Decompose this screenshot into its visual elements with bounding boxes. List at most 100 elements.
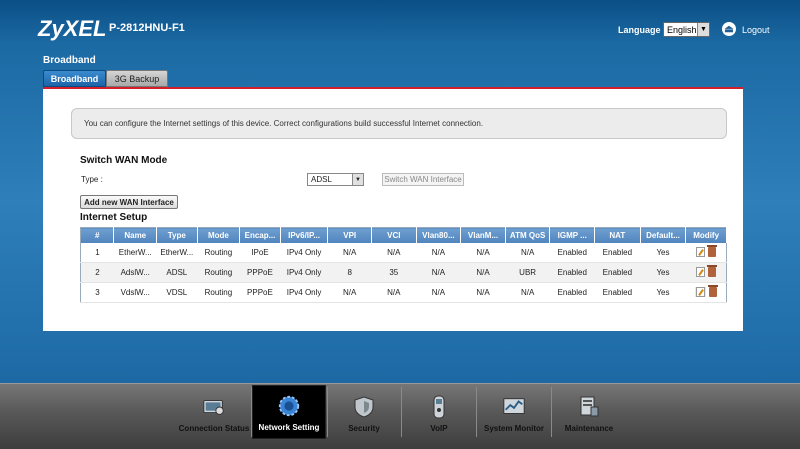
- table-cell: Enabled: [594, 242, 641, 263]
- table-cell: Routing: [197, 282, 240, 303]
- switch-wan-title: Switch WAN Mode: [80, 155, 168, 166]
- table-cell: Yes: [640, 242, 686, 263]
- table-cell: Enabled: [594, 282, 641, 303]
- column-header[interactable]: VlanM...: [460, 227, 506, 243]
- table-cell: N/A: [371, 242, 417, 263]
- table-row: 3 VdslW... VDSL Routing PPPoE IPv4 Only …: [80, 282, 727, 303]
- nav-security[interactable]: Security: [327, 385, 401, 439]
- nav-label: Maintenance: [564, 424, 614, 433]
- table-row: 2 AdslW... ADSL Routing PPPoE IPv4 Only …: [80, 262, 727, 283]
- nav-network-setting[interactable]: Network Setting: [252, 385, 326, 439]
- connection-status-icon: [202, 396, 226, 418]
- column-header[interactable]: Type: [156, 227, 198, 243]
- delete-icon[interactable]: [707, 285, 718, 297]
- edit-icon[interactable]: [695, 267, 705, 277]
- table-cell: N/A: [416, 262, 461, 283]
- security-icon: [352, 396, 376, 418]
- column-header: Modify: [685, 227, 727, 243]
- table-cell: Enabled: [549, 242, 595, 263]
- column-header[interactable]: ATM QoS: [505, 227, 551, 243]
- column-header: #: [80, 227, 115, 243]
- delete-icon[interactable]: [706, 265, 717, 277]
- table-cell: PPPoE: [239, 282, 281, 303]
- table-cell: N/A: [460, 242, 506, 263]
- table-cell: N/A: [505, 282, 550, 303]
- table-cell: IPoE: [239, 242, 281, 263]
- column-header[interactable]: Default...: [640, 227, 687, 243]
- table-cell: N/A: [327, 282, 372, 303]
- internet-setup-title: Internet Setup: [80, 212, 148, 223]
- table-cell: EtherW...: [113, 242, 157, 263]
- maintenance-icon: [577, 396, 601, 418]
- edit-icon[interactable]: [695, 247, 705, 257]
- language-label: Language :: [618, 25, 667, 35]
- nav-label: VoIP: [430, 424, 448, 433]
- table-cell: N/A: [327, 242, 372, 263]
- page-title: Broadband: [43, 55, 96, 66]
- logout-icon[interactable]: ⏏: [722, 22, 736, 36]
- table-cell: UBR: [505, 262, 550, 283]
- tab-3g-backup[interactable]: 3G Backup: [106, 70, 168, 87]
- highlight-marker: [694, 287, 706, 297]
- table-row: 1 EtherW... EtherW... Routing IPoE IPv4 …: [80, 242, 727, 263]
- nav-maintenance[interactable]: Maintenance: [552, 385, 626, 439]
- column-header[interactable]: NAT: [594, 227, 641, 243]
- table-cell: 2: [80, 262, 114, 283]
- column-header[interactable]: Encap...: [239, 227, 281, 243]
- table-cell: ADSL: [156, 262, 198, 283]
- nav-voip[interactable]: VoIP: [402, 385, 476, 439]
- table-cell: AdslW...: [113, 262, 157, 283]
- table-header-row: # Name Type Mode Encap... IPv6/IP... VPI…: [80, 227, 727, 243]
- nav-label: System Monitor: [483, 424, 544, 433]
- zyxel-logo: ZyXEL: [38, 16, 107, 41]
- nav-label: Network Setting: [258, 423, 320, 432]
- chevron-down-icon: ▼: [697, 23, 709, 36]
- table-cell: N/A: [460, 282, 506, 303]
- chevron-down-icon: ▼: [352, 174, 363, 185]
- table-cell: 3: [80, 282, 114, 303]
- table-cell: 8: [327, 262, 372, 283]
- table-cell: EtherW...: [156, 242, 198, 263]
- table-cell: N/A: [416, 242, 461, 263]
- table-cell: N/A: [416, 282, 461, 303]
- table-cell: IPv4 Only: [280, 242, 328, 263]
- table-cell: IPv4 Only: [280, 262, 328, 283]
- table-cell: Yes: [640, 262, 686, 283]
- column-header[interactable]: VCI: [371, 227, 417, 243]
- edit-icon[interactable]: [695, 287, 705, 297]
- tab-broadband[interactable]: Broadband: [43, 70, 106, 87]
- modify-cell: [685, 242, 727, 263]
- voip-icon: [427, 395, 451, 419]
- wan-type-value: ADSL: [311, 175, 332, 184]
- add-wan-interface-button[interactable]: Add new WAN Interface: [80, 195, 178, 209]
- table-cell: Enabled: [549, 282, 595, 303]
- table-cell: VdslW...: [113, 282, 157, 303]
- delete-icon[interactable]: [706, 245, 717, 257]
- column-header[interactable]: Vlan80...: [416, 227, 462, 243]
- nav-label: Connection Status: [178, 424, 250, 433]
- device-model: P-2812HNU-F1: [109, 22, 185, 34]
- language-value: English: [667, 24, 697, 35]
- switch-wan-button[interactable]: Switch WAN Interface: [382, 173, 464, 186]
- language-select[interactable]: English ▼: [663, 22, 710, 37]
- nav-system-monitor[interactable]: System Monitor: [477, 385, 551, 439]
- column-header[interactable]: IPv6/IP...: [280, 227, 329, 243]
- nav-connection-status[interactable]: Connection Status: [177, 385, 251, 439]
- type-label: Type :: [81, 175, 103, 184]
- table-cell: Routing: [197, 242, 240, 263]
- table-cell: IPv4 Only: [280, 282, 328, 303]
- nav-label: Security: [348, 424, 380, 433]
- table-cell: Enabled: [549, 262, 595, 283]
- table-cell: N/A: [371, 282, 417, 303]
- modify-cell: [685, 282, 727, 303]
- column-header[interactable]: VPI: [327, 227, 372, 243]
- column-header[interactable]: Mode: [197, 227, 241, 243]
- content-panel: You can configure the Internet settings …: [43, 87, 743, 331]
- logout-link[interactable]: Logout: [742, 25, 770, 35]
- info-message: You can configure the Internet settings …: [71, 108, 727, 139]
- column-header[interactable]: Name: [113, 227, 158, 243]
- table-cell: Enabled: [594, 262, 641, 283]
- column-header[interactable]: IGMP ...: [549, 227, 596, 243]
- wan-type-select[interactable]: ADSL ▼: [307, 173, 364, 186]
- table-cell: VDSL: [156, 282, 198, 303]
